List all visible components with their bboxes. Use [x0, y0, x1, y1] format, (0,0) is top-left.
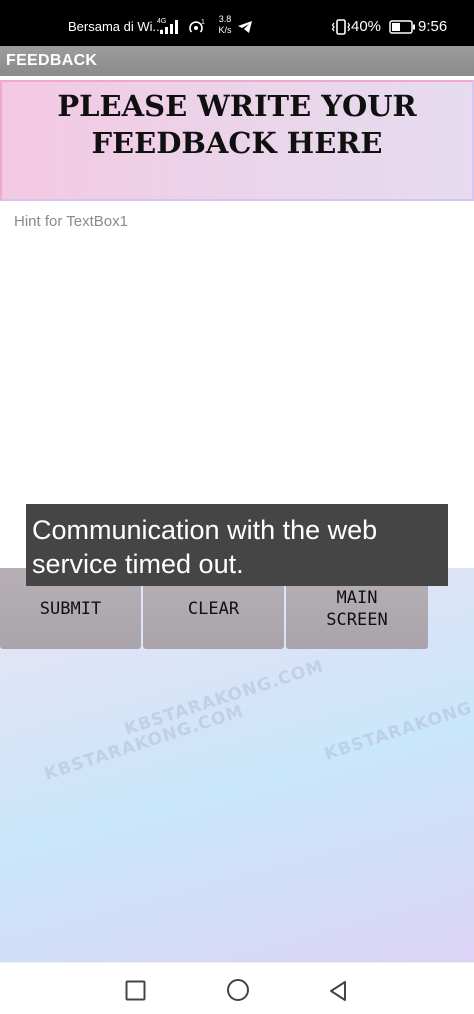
signal-icon: 4G — [157, 18, 178, 34]
feedback-textbox[interactable] — [0, 204, 474, 504]
status-bar: Bersama di Wi... 4G 1 3.8 K/s 40% 9:56 — [0, 0, 474, 46]
banner-heading: PLEASE WRITE YOUR FEEDBACK HERE — [2, 88, 472, 162]
header-banner: PLEASE WRITE YOUR FEEDBACK HERE — [0, 80, 474, 201]
hotspot-icon: 1 — [189, 19, 205, 33]
carrier-name: Bersama di Wi... — [68, 19, 164, 34]
navigation-bar — [0, 962, 474, 1014]
battery-percent: 40% — [351, 18, 382, 35]
back-icon[interactable] — [327, 979, 349, 1003]
telegram-icon — [238, 21, 252, 33]
network-type: 4G — [157, 18, 166, 25]
speed-unit: K/s — [218, 25, 232, 35]
network-speed: 3.8 K/s — [212, 14, 238, 36]
vibrate-icon — [331, 19, 351, 35]
banner-line-2: FEEDBACK HERE — [91, 126, 383, 160]
recent-apps-icon[interactable] — [125, 980, 146, 1001]
hotspot-badge: 1 — [201, 19, 205, 26]
clock: 9:56 — [418, 18, 448, 35]
screen-title: FEEDBACK — [6, 52, 98, 69]
battery-icon — [389, 20, 415, 34]
title-bar: FEEDBACK — [0, 46, 474, 76]
speed-value: 3.8 — [218, 14, 232, 24]
main-screen-label-line-1: MAIN — [336, 587, 378, 608]
main-screen-label: MAIN SCREEN — [326, 587, 387, 631]
home-icon[interactable] — [226, 978, 250, 1002]
banner-line-1: PLEASE WRITE YOUR — [57, 89, 417, 123]
main-screen-label-line-2: SCREEN — [326, 609, 388, 630]
watermark-text: KBSTARAKONG.COM — [322, 681, 474, 765]
toast-message: Communication with the web service timed… — [26, 504, 448, 586]
